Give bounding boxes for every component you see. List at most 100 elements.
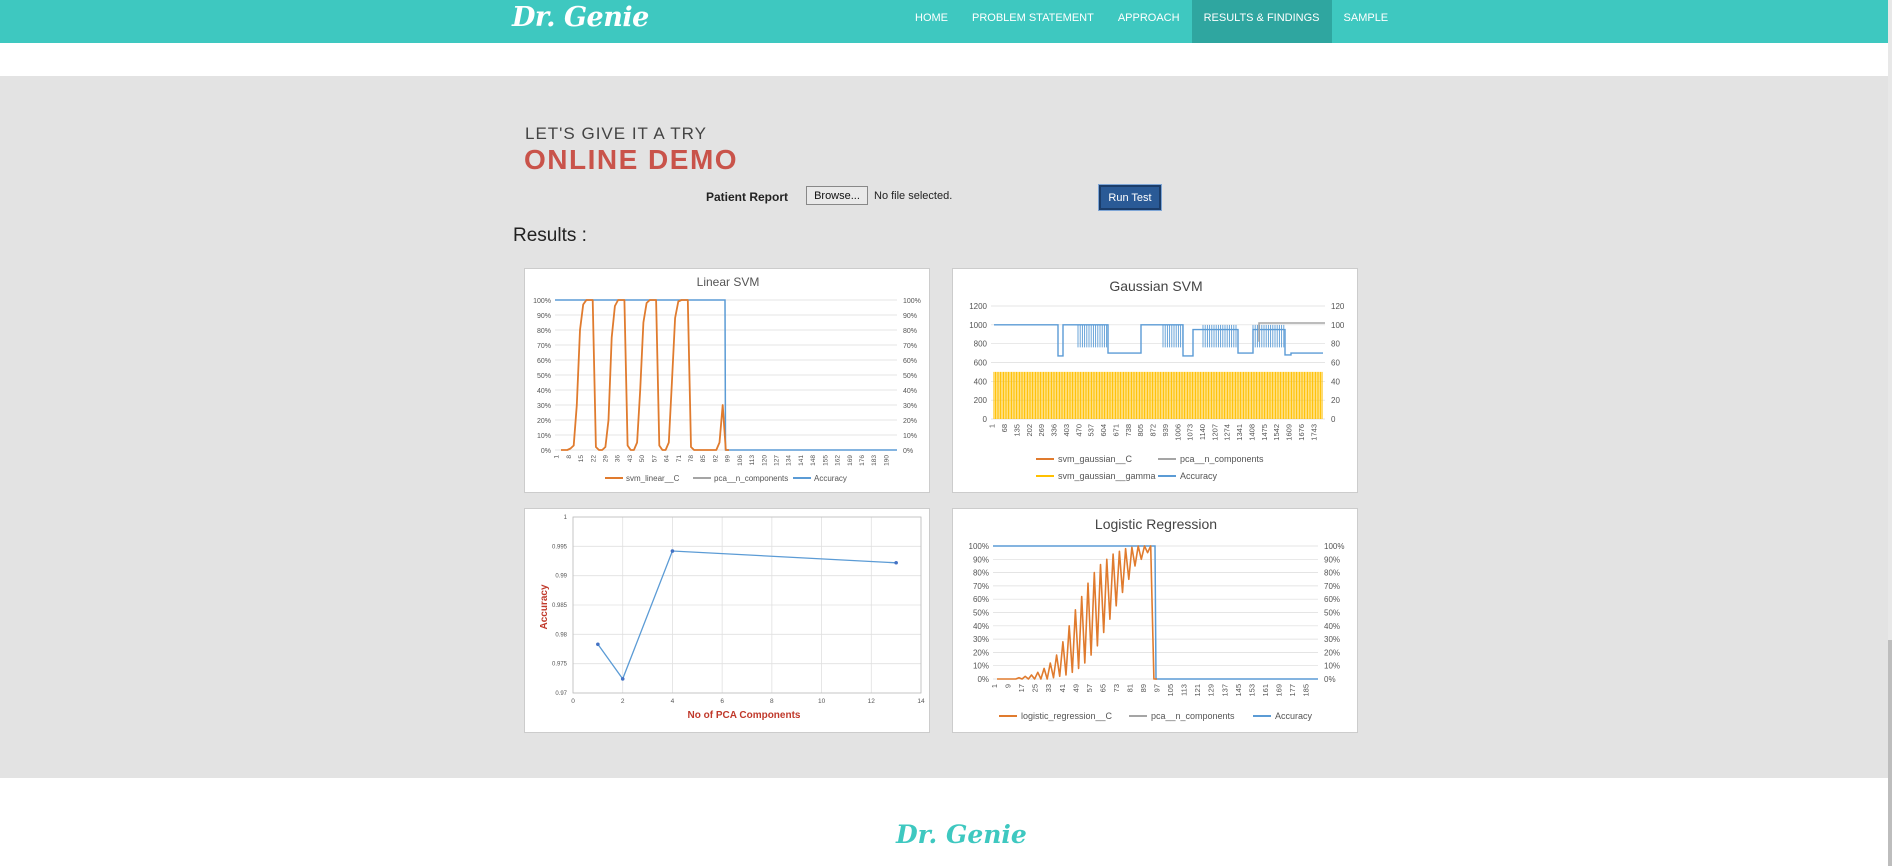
- x-axis-label: No of PCA Components: [688, 710, 801, 721]
- x-tick-label: 336: [1050, 424, 1059, 437]
- y-tick-label: 10%: [973, 662, 989, 671]
- legend-label: svm_linear__C: [626, 474, 680, 483]
- x-tick-label: 106: [737, 455, 744, 466]
- nav-approach[interactable]: APPROACH: [1106, 0, 1192, 43]
- x-tick-label: 64: [664, 455, 671, 463]
- x-tick-label: 403: [1062, 424, 1071, 437]
- y-tick-label: 1200: [969, 302, 987, 311]
- top-navbar: Dr. Genie HOME PROBLEM STATEMENT APPROAC…: [0, 0, 1888, 43]
- y2-tick-label: 70%: [903, 343, 917, 350]
- x-tick-label: 0: [571, 698, 575, 705]
- y2-tick-label: 40: [1331, 377, 1340, 386]
- x-tick-label: 141: [798, 455, 805, 466]
- data-point: [620, 677, 625, 681]
- y-tick-label: 70%: [537, 343, 551, 350]
- browse-button[interactable]: Browse...: [806, 186, 868, 205]
- brand-logo[interactable]: Dr. Genie: [512, 2, 649, 33]
- x-tick-label: 604: [1099, 424, 1108, 437]
- nav-problem-statement[interactable]: PROBLEM STATEMENT: [960, 0, 1106, 43]
- legend-label: pca__n_components: [1180, 454, 1264, 464]
- x-tick-label: 134: [786, 455, 793, 466]
- x-tick-label: 15: [578, 455, 585, 463]
- y2-tick-label: 90%: [1324, 555, 1340, 564]
- y-tick-label: 60%: [537, 358, 551, 365]
- x-tick-label: 1341: [1235, 424, 1244, 441]
- x-tick-label: 161: [1261, 684, 1270, 697]
- y-tick-label: 0: [983, 415, 988, 424]
- y-tick-label: 1000: [969, 321, 987, 330]
- run-test-button[interactable]: Run Test: [1098, 184, 1162, 211]
- x-tick-label: 50: [639, 455, 646, 463]
- legend-label: svm_gaussian__gamma: [1058, 471, 1156, 481]
- x-tick-label: 671: [1111, 424, 1120, 437]
- x-tick-label: 145: [1234, 684, 1243, 697]
- file-status-text: No file selected.: [874, 190, 953, 202]
- x-tick-label: 1: [554, 455, 561, 459]
- y-tick-label: 30%: [973, 635, 989, 644]
- y2-tick-label: 100%: [1324, 542, 1344, 551]
- y-tick-label: 200: [974, 396, 988, 405]
- y-tick-label: 20%: [537, 418, 551, 425]
- demo-section: [0, 76, 1888, 778]
- y-tick-label: 10%: [537, 433, 551, 440]
- x-tick-label: 202: [1025, 424, 1034, 437]
- x-tick-label: 470: [1074, 424, 1083, 437]
- chart-legend: svm_linear__C pca__n_components Accuracy: [605, 474, 847, 483]
- x-tick-label: 1140: [1198, 424, 1207, 440]
- x-tick-label: 2: [621, 698, 625, 705]
- series-line-accuracy: [597, 550, 897, 681]
- x-tick-label: 169: [847, 455, 854, 466]
- x-tick-label: 14: [917, 698, 925, 705]
- nav-sample[interactable]: SAMPLE: [1332, 0, 1401, 43]
- x-tick-label: 137: [1220, 684, 1229, 697]
- y2-tick-label: 90%: [903, 313, 917, 320]
- x-tick-label: 68: [1000, 424, 1009, 432]
- x-tick-label: 1743: [1309, 424, 1318, 441]
- y2-tick-label: 100: [1331, 321, 1345, 330]
- x-tick-label: 6: [720, 698, 724, 705]
- page-scrollbar[interactable]: [1888, 0, 1892, 866]
- y-tick-label: 80%: [973, 569, 989, 578]
- y-tick-label: 0.99: [555, 574, 567, 580]
- x-tick-label: 1676: [1297, 424, 1306, 441]
- nav-home[interactable]: HOME: [903, 0, 960, 43]
- x-tick-label: 10: [818, 698, 826, 705]
- x-tick-label: 155: [822, 455, 829, 466]
- x-tick-label: 89: [1139, 684, 1148, 692]
- x-tick-label: 65: [1098, 684, 1107, 692]
- nav-results-findings[interactable]: RESULTS & FINDINGS: [1191, 0, 1332, 43]
- x-tick-label: 43: [627, 455, 634, 463]
- x-tick-label: 1542: [1272, 424, 1281, 441]
- x-tick-label: 92: [712, 455, 719, 463]
- x-tick-label: 8: [566, 455, 573, 459]
- y-tick-label: 50%: [973, 609, 989, 618]
- linear-svm-chart: Linear SVM 0% 10% 20% 30% 40% 50% 60% 70% 80% 90%…: [524, 268, 930, 493]
- x-tick-label: 121: [1193, 684, 1202, 697]
- y2-tick-label: 30%: [903, 403, 917, 410]
- y-tick-label: 0.97: [555, 691, 567, 697]
- legend-label: Accuracy: [814, 474, 847, 483]
- series-line-svm-gaussian-gamma: [993, 371, 1323, 419]
- x-tick-label: 99: [725, 455, 732, 463]
- x-tick-label: 162: [835, 455, 842, 466]
- x-tick-label: 85: [700, 455, 707, 463]
- x-tick-label: 537: [1087, 424, 1096, 437]
- scrollbar-thumb[interactable]: [1888, 640, 1892, 866]
- legend-label: svm_gaussian__C: [1058, 454, 1133, 464]
- x-tick-label: 127: [774, 455, 781, 466]
- x-tick-label: 29: [603, 455, 610, 463]
- legend-label: pca__n_components: [714, 474, 788, 483]
- chart-title: Logistic Regression: [1095, 516, 1217, 532]
- x-tick-label: 153: [1247, 684, 1256, 697]
- linear-svm-svg: Linear SVM 0%10%20%30%40%50%60%70%80%90%…: [533, 275, 921, 483]
- chart-title: Gaussian SVM: [1109, 278, 1202, 294]
- x-tick-label: 22: [590, 455, 597, 463]
- gaussian-svm-svg: Gaussian SVM 0 200 400 600 800 1000 1200 0 20 40…: [969, 278, 1345, 481]
- x-tick-label: 81: [1125, 684, 1134, 692]
- y-tick-label: 400: [974, 377, 988, 386]
- x-tick-label: 1006: [1173, 424, 1182, 441]
- y-tick-label: 0.985: [552, 603, 568, 609]
- x-tick-label: 57: [1085, 684, 1094, 692]
- x-tick-label: 49: [1071, 684, 1080, 692]
- x-tick-label: 1408: [1247, 424, 1256, 441]
